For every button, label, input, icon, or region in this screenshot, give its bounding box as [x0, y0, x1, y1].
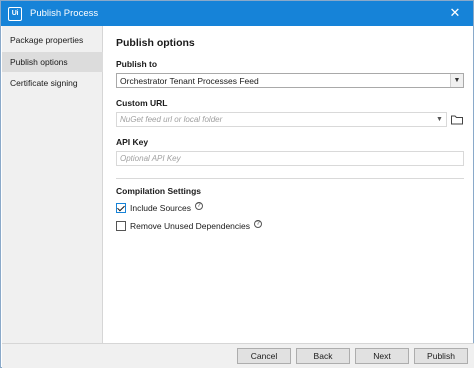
sidebar: Package properties Publish options Certi…: [2, 26, 103, 343]
help-icon[interactable]: ?: [194, 201, 203, 210]
close-icon[interactable]: ✕: [447, 5, 463, 21]
help-icon[interactable]: ?: [254, 219, 263, 228]
publish-to-value: Orchestrator Tenant Processes Feed: [120, 76, 259, 86]
page-title: Publish options: [116, 37, 195, 49]
uipath-app-icon: Ui: [8, 6, 22, 21]
sidebar-item-certificate-signing[interactable]: Certificate signing: [2, 73, 103, 93]
compilation-settings-label: Compilation Settings: [116, 186, 201, 196]
chevron-down-icon[interactable]: ▼: [450, 74, 463, 87]
include-sources-label: Include Sources: [130, 203, 191, 213]
cancel-button[interactable]: Cancel: [237, 348, 291, 364]
sidebar-item-publish-options[interactable]: Publish options: [2, 52, 103, 72]
window-title: Publish Process: [30, 8, 99, 19]
remove-unused-checkbox[interactable]: [116, 221, 126, 231]
custom-url-label: Custom URL: [116, 98, 168, 108]
include-sources-checkbox[interactable]: [116, 203, 126, 213]
publish-process-dialog: Ui Publish Process ✕ Package properties …: [0, 0, 474, 368]
include-sources-option[interactable]: Include Sources ?: [116, 201, 203, 213]
api-key-input[interactable]: [116, 151, 464, 166]
publish-button[interactable]: Publish: [414, 348, 468, 364]
title-bar[interactable]: Ui Publish Process ✕: [1, 1, 473, 26]
remove-unused-option[interactable]: Remove Unused Dependencies ?: [116, 219, 263, 231]
publish-to-label: Publish to: [116, 59, 158, 69]
custom-url-input[interactable]: [116, 112, 447, 127]
publish-to-select[interactable]: Orchestrator Tenant Processes Feed ▼: [116, 73, 464, 88]
back-button[interactable]: Back: [296, 348, 350, 364]
sidebar-item-package-properties[interactable]: Package properties: [2, 30, 103, 50]
next-button[interactable]: Next: [355, 348, 409, 364]
remove-unused-label: Remove Unused Dependencies: [130, 221, 251, 231]
folder-icon[interactable]: [450, 112, 464, 127]
section-divider: [116, 178, 464, 179]
button-bar: Cancel Back Next Publish: [2, 343, 474, 368]
api-key-label: API Key: [116, 137, 149, 147]
url-dropdown-icon[interactable]: ▼: [436, 116, 443, 123]
